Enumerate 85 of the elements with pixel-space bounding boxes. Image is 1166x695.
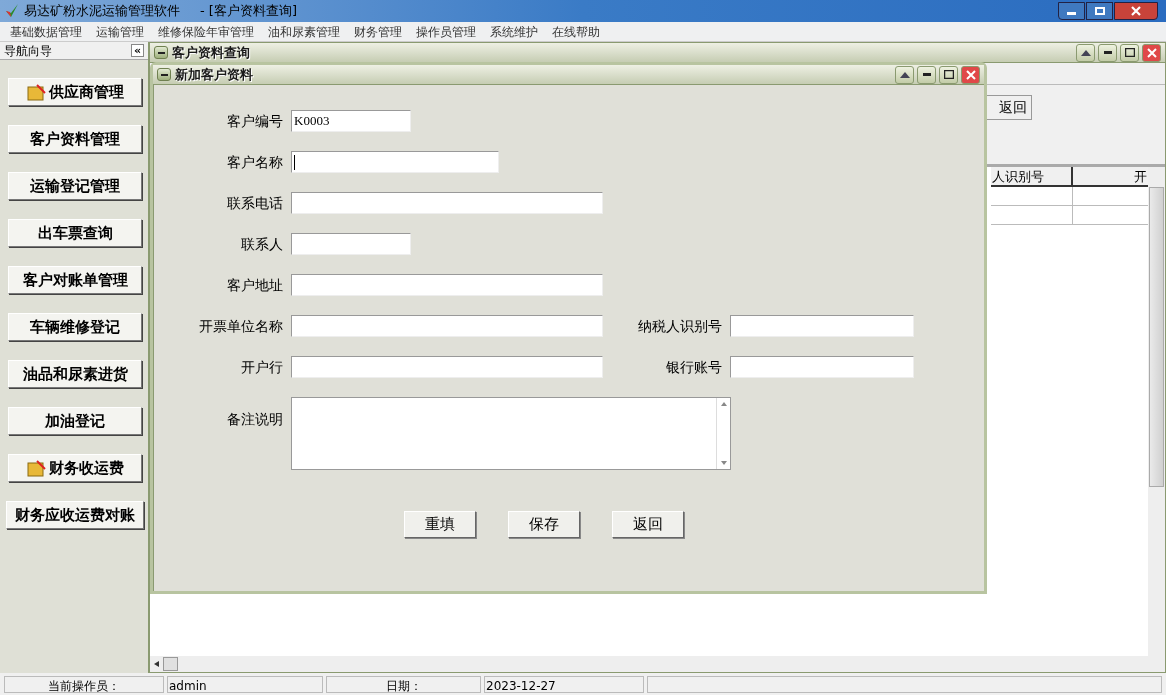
- dialog-button[interactable]: 保存: [508, 511, 580, 538]
- text-field[interactable]: K0003: [291, 110, 411, 132]
- notes-area[interactable]: [291, 397, 731, 470]
- nav-button[interactable]: 出车票查询: [8, 219, 142, 247]
- nav-button[interactable]: 供应商管理: [8, 78, 142, 106]
- maximize-button[interactable]: [939, 65, 958, 84]
- text-field[interactable]: [291, 356, 603, 378]
- up-triangle-icon: [899, 71, 910, 78]
- scroll-thumb[interactable]: [163, 657, 178, 671]
- text-field[interactable]: [730, 356, 914, 378]
- field-label: 银行账号: [665, 357, 723, 377]
- maximize-button[interactable]: [1086, 2, 1113, 20]
- nav-button[interactable]: 运输登记管理: [8, 172, 142, 200]
- document-title: - [客户资料查询]: [200, 2, 298, 21]
- minimize-button[interactable]: [1058, 2, 1085, 20]
- status-label: 日期：: [326, 675, 481, 693]
- horizontal-scrollbar[interactable]: [150, 656, 1148, 672]
- close-icon: [1146, 47, 1157, 58]
- minimize-icon: [1103, 51, 1112, 54]
- text-cursor: [294, 154, 295, 170]
- field-label: 纳税人识别号: [637, 316, 723, 336]
- nav-button[interactable]: 财务收运费: [8, 454, 142, 482]
- left-arrow-icon: [154, 661, 159, 667]
- restore-up-button[interactable]: [895, 65, 914, 84]
- menu-item[interactable]: 操作员管理: [416, 22, 476, 41]
- up-arrow-icon: [720, 402, 727, 406]
- column-header: 人识别号: [991, 167, 1073, 185]
- maximize-icon: [943, 70, 954, 79]
- close-icon: [1131, 6, 1141, 16]
- field-label: 客户名称: [226, 152, 284, 172]
- text-field[interactable]: [291, 151, 499, 173]
- close-button[interactable]: [1114, 2, 1158, 20]
- minimize-icon: [922, 73, 931, 76]
- window-title: 客户资料查询: [172, 43, 251, 62]
- dialog-button[interactable]: 返回: [612, 511, 684, 538]
- window-menu-icon[interactable]: [154, 46, 168, 59]
- up-triangle-icon: [1080, 49, 1091, 56]
- collapse-button[interactable]: «: [131, 44, 144, 57]
- text-field[interactable]: [291, 233, 411, 255]
- navigator-title: 导航向导: [4, 42, 52, 60]
- menu-item[interactable]: 油和尿素管理: [268, 22, 340, 41]
- nav-button[interactable]: 客户对账单管理: [8, 266, 142, 294]
- menu-item[interactable]: 在线帮助: [552, 22, 600, 41]
- window-menu-icon[interactable]: [157, 68, 171, 81]
- column-header: 开: [1133, 168, 1148, 185]
- maximize-icon: [1124, 48, 1135, 57]
- field-label: 客户编号: [226, 111, 284, 131]
- text-field[interactable]: [291, 315, 603, 337]
- field-label: 联系电话: [226, 193, 284, 213]
- menu-item[interactable]: 维修保险年审管理: [158, 22, 254, 41]
- back-button[interactable]: 返回: [986, 95, 1032, 120]
- menu-item[interactable]: 运输管理: [96, 22, 144, 41]
- menu-item[interactable]: 财务管理: [354, 22, 402, 41]
- text-field[interactable]: [291, 274, 603, 296]
- field-label: 开票单位名称: [198, 316, 284, 336]
- window-title: 新加客户资料: [175, 65, 254, 84]
- status-value: admin: [167, 675, 323, 693]
- text-field[interactable]: [730, 315, 914, 337]
- menu-item[interactable]: 基础数据管理: [10, 22, 82, 41]
- field-label: 联系人: [240, 234, 284, 254]
- field-label: 客户地址: [226, 275, 284, 295]
- field-label: 备注说明: [226, 410, 284, 429]
- field-value: K0003: [294, 112, 330, 131]
- folder-icon: [26, 82, 47, 102]
- minimize-button[interactable]: [917, 65, 936, 84]
- restore-up-button[interactable]: [1076, 43, 1095, 62]
- field-label: 开户行: [240, 357, 284, 377]
- down-arrow-icon: [720, 461, 727, 465]
- nav-button[interactable]: 财务应收运费对账: [6, 501, 144, 529]
- status-value: 2023-12-27: [484, 675, 644, 693]
- nav-button[interactable]: 客户资料管理: [8, 125, 142, 153]
- check-logo-icon: [4, 3, 20, 19]
- dialog-button[interactable]: 重填: [404, 511, 476, 538]
- nav-button[interactable]: 车辆维修登记: [8, 313, 142, 341]
- text-field[interactable]: [291, 192, 603, 214]
- vertical-scrollbar[interactable]: [1148, 167, 1165, 672]
- nav-button[interactable]: 油品和尿素进货: [8, 360, 142, 388]
- minimize-button[interactable]: [1098, 43, 1117, 62]
- maximize-button[interactable]: [1120, 43, 1139, 62]
- folder-icon: [26, 458, 47, 478]
- menu-item[interactable]: 系统维护: [490, 22, 538, 41]
- close-icon: [965, 69, 976, 80]
- app-title: 易达矿粉水泥运输管理软件: [24, 2, 180, 21]
- status-label: 当前操作员：: [4, 675, 164, 693]
- nav-button[interactable]: 加油登记: [8, 407, 142, 435]
